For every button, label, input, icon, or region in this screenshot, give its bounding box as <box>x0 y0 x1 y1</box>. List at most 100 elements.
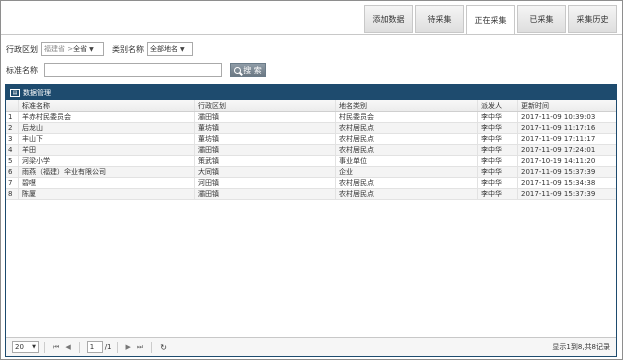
cell-category: 农村居民点 <box>336 123 478 133</box>
chevron-down-icon: ▼ <box>180 45 185 53</box>
tab-bar: 添加数据 待采集 正在采集 已采集 采集历史 <box>362 5 617 35</box>
cell-update-time: 2017-11-09 15:37:39 <box>521 190 596 198</box>
cell-row-index: 3 <box>6 134 19 144</box>
cell-row-index: 2 <box>6 123 19 133</box>
tab-label: 添加数据 <box>372 14 405 24</box>
region-value: 全省 <box>73 45 88 53</box>
cell-update-time: 2017-11-09 17:11:17 <box>521 135 596 143</box>
cell-region: 策武镇 <box>195 156 336 166</box>
cell-row-index: 6 <box>6 167 19 177</box>
cell-category: 农村居民点 <box>336 189 478 199</box>
cell-standard-name: 雨燕（福建）伞业有限公司 <box>19 167 195 177</box>
table-icon: ▤ <box>10 88 20 97</box>
refresh-icon[interactable]: ↻ <box>160 343 167 352</box>
pager-divider <box>78 341 80 353</box>
page-size-value: 20 <box>15 343 24 351</box>
cell-standard-name: 河梁小学 <box>19 156 195 166</box>
table-row[interactable]: 8 陈厦 灞田镇 农村居民点 李中华 2017-11-09 15:37:39 <box>6 189 616 200</box>
cell-dispatcher: 李中华 <box>478 134 518 144</box>
tab-add-data[interactable]: 添加数据 <box>364 5 413 33</box>
search-button[interactable]: 搜 索 <box>230 63 266 77</box>
header-cell-region[interactable]: 行政区划 <box>195 100 336 111</box>
table-row[interactable]: 5 河梁小学 策武镇 事业单位 李中华 2017-10-19 14:11:20 <box>6 156 616 167</box>
record-info: 显示1到8,共8记录 <box>552 343 610 351</box>
cell-row-index: 8 <box>6 189 19 199</box>
cell-row-index: 5 <box>6 156 19 166</box>
pager-divider <box>116 341 118 353</box>
tab-label: 已采集 <box>529 14 554 24</box>
name-label: 标准名称 <box>6 65 38 75</box>
chevron-down-icon: ▼ <box>89 45 94 53</box>
cell-dispatcher: 李中华 <box>478 145 518 155</box>
tab-pending[interactable]: 待采集 <box>415 5 464 33</box>
filter-row-name: 标准名称 搜 索 <box>6 63 266 77</box>
grid-header-row: 标准名称 行政区划 地名类别 派发人 更新时间 <box>6 100 616 112</box>
panel-header: ▤ 数据管理 <box>6 85 616 100</box>
total-pages: /1 <box>104 343 112 351</box>
tab-in-progress[interactable]: 正在采集 <box>466 5 515 35</box>
cell-region: 董坊镇 <box>195 123 336 133</box>
search-button-label: 搜 索 <box>243 65 262 75</box>
cell-dispatcher: 李中华 <box>478 189 518 199</box>
search-icon <box>234 66 242 74</box>
page-number-input[interactable]: 1 <box>86 341 103 353</box>
cell-category: 事业单位 <box>336 156 478 166</box>
cell-category: 企业 <box>336 167 478 177</box>
cell-dispatcher: 李中华 <box>478 112 518 122</box>
cell-row-index: 1 <box>6 112 19 122</box>
cell-region: 灞田镇 <box>195 145 336 155</box>
last-page-icon[interactable]: ⏭ <box>137 343 143 352</box>
next-page-icon[interactable]: ▶ <box>126 343 131 351</box>
cell-update-time: 2017-11-09 15:37:39 <box>521 168 596 176</box>
pagination-bar: 20 ▼ ⏮ ◀ 1 /1 ▶ ⏭ ↻ 显示1到8,共8记录 <box>6 337 616 356</box>
cell-row-index: 4 <box>6 145 19 155</box>
cell-category: 农村居民点 <box>336 145 478 155</box>
table-row[interactable]: 2 后龙山 董坊镇 农村居民点 李中华 2017-11-09 11:17:16 <box>6 123 616 134</box>
category-select[interactable]: 全部地名 ▼ <box>147 42 193 56</box>
cell-standard-name: 陈厦 <box>19 189 195 199</box>
tab-collected[interactable]: 已采集 <box>517 5 566 33</box>
table-row[interactable]: 6 雨燕（福建）伞业有限公司 大同镇 企业 李中华 2017-11-09 15:37:39 <box>6 167 616 178</box>
pager-divider <box>44 341 45 353</box>
category-label: 类别名称 <box>112 44 144 54</box>
tab-label: 待采集 <box>427 14 452 24</box>
cell-standard-name: 羊田 <box>19 145 195 155</box>
category-value: 全部地名 <box>150 45 178 53</box>
cell-region: 董坊镇 <box>195 134 336 144</box>
name-input[interactable] <box>44 63 222 77</box>
cell-standard-name: 碧嚖 <box>19 178 195 188</box>
cell-update-time: 2017-11-09 11:17:16 <box>521 124 596 132</box>
panel-title: 数据管理 <box>23 88 51 97</box>
header-cell-updated[interactable]: 更新时间 <box>518 100 616 111</box>
pager-divider <box>151 341 153 353</box>
grid-body: 1 羊赤村民委员会 灞田镇 村民委员会 李中华 2017-11-09 10:39:03 2 后… <box>6 112 616 200</box>
cell-region: 河田镇 <box>195 178 336 188</box>
page-size-select[interactable]: 20 ▼ <box>12 341 39 353</box>
data-grid: 标准名称 行政区划 地名类别 派发人 更新时间 1 羊赤村民委员会 灞田镇 村民委员会… <box>6 100 616 200</box>
table-row[interactable]: 3 丰山下 董坊镇 农村居民点 李中华 2017-11-09 17:11:17 <box>6 134 616 145</box>
cell-dispatcher: 李中华 <box>478 156 518 166</box>
cell-update-time: 2017-11-09 15:34:38 <box>521 179 596 187</box>
first-page-icon[interactable]: ⏮ <box>53 343 59 352</box>
chevron-down-icon: ▼ <box>32 344 36 350</box>
tab-label: 正在采集 <box>474 15 507 25</box>
region-select[interactable]: 福建省 > 全省 ▼ <box>41 42 104 56</box>
tab-history[interactable]: 采集历史 <box>568 5 617 33</box>
tab-label: 采集历史 <box>576 14 609 24</box>
cell-update-time: 2017-11-09 10:39:03 <box>521 113 596 121</box>
cell-category: 农村居民点 <box>336 134 478 144</box>
cell-category: 农村居民点 <box>336 178 478 188</box>
table-row[interactable]: 1 羊赤村民委员会 灞田镇 村民委员会 李中华 2017-11-09 10:39:03 <box>6 112 616 123</box>
data-panel: ▤ 数据管理 标准名称 行政区划 地名类别 派发人 更新时间 1 羊赤村民委员会灞… <box>5 84 617 357</box>
header-cell-category[interactable]: 地名类别 <box>336 100 478 111</box>
header-cell-name[interactable]: 标准名称 <box>19 100 195 111</box>
prev-page-icon[interactable]: ◀ <box>65 343 70 351</box>
header-cell-dispatcher[interactable]: 派发人 <box>478 100 518 111</box>
tab-divider <box>1 34 622 35</box>
table-row[interactable]: 7 碧嚖 河田镇 农村居民点 李中华 2017-11-09 15:34:38 <box>6 178 616 189</box>
cell-update-time: 2017-11-09 17:24:01 <box>521 146 596 154</box>
cell-region: 灞田镇 <box>195 112 336 122</box>
cell-dispatcher: 李中华 <box>478 123 518 133</box>
header-cell-index <box>6 100 19 111</box>
table-row[interactable]: 4 羊田 灞田镇 农村居民点 李中华 2017-11-09 17:24:01 <box>6 145 616 156</box>
